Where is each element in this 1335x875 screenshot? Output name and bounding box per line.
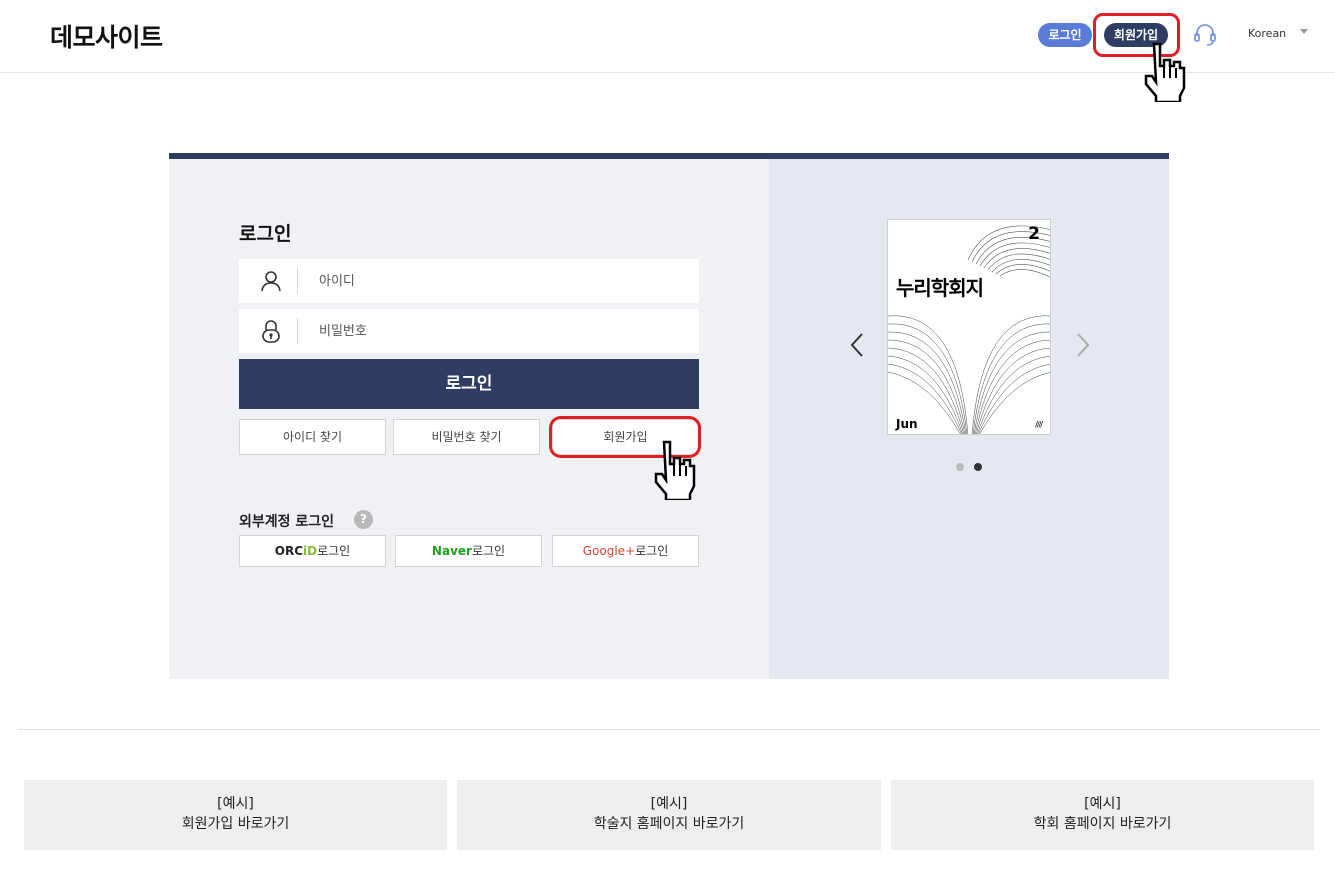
- pointer-cursor-icon: [1144, 42, 1186, 102]
- login-panel: 로그인 로그인 아이디 찾기 비밀번호 찾기 회원가입 외부계정 로그인: [169, 153, 1169, 679]
- naver-brand: Naver: [431, 544, 472, 558]
- shortcut-label: 회원가입 바로가기: [181, 816, 290, 832]
- cover-artwork: [888, 225, 1050, 434]
- google-brand: Google+: [582, 544, 636, 558]
- chevron-down-icon[interactable]: [1300, 29, 1308, 34]
- header-login-button[interactable]: 로그인: [1038, 23, 1092, 47]
- naver-login-label: 로그인: [471, 544, 506, 558]
- chevron-left-icon[interactable]: [849, 331, 865, 359]
- site-logo[interactable]: 데모사이트: [50, 18, 163, 54]
- shortcut-journal[interactable]: [예시] 학술지 홈페이지 바로가기: [457, 780, 881, 850]
- password-field: [239, 309, 699, 353]
- naver-login-button[interactable]: Naver로그인: [395, 535, 542, 567]
- journal-cover[interactable]: 2 누리학회지 Jun ////: [887, 219, 1051, 435]
- help-icon[interactable]: ?: [354, 510, 373, 529]
- google-login-label: 로그인: [635, 544, 669, 558]
- shortcut-label: 학회 홈페이지 바로가기: [1033, 816, 1172, 832]
- shortcut-tag: [예시]: [1084, 796, 1121, 812]
- field-divider: [297, 318, 298, 344]
- id-field: [239, 259, 699, 303]
- journal-carousel: 2 누리학회지 Jun ////: [769, 159, 1169, 679]
- shortcut-society[interactable]: [예시] 학회 홈페이지 바로가기: [891, 780, 1314, 850]
- cover-month: Jun: [896, 417, 918, 431]
- find-id-button[interactable]: 아이디 찾기: [239, 419, 386, 455]
- google-login-button[interactable]: Google+로그인: [552, 535, 699, 567]
- login-title: 로그인: [239, 223, 292, 245]
- orcid-brand-id: iD: [303, 544, 318, 558]
- password-input[interactable]: [319, 309, 689, 353]
- carousel-dot-1[interactable]: [956, 463, 964, 471]
- shortcut-tag: [예시]: [217, 796, 254, 812]
- pointer-cursor-icon: [654, 440, 696, 500]
- cover-title: 누리학회지: [896, 276, 984, 300]
- shortcut-join[interactable]: [예시] 회원가입 바로가기: [24, 780, 447, 850]
- login-form-area: 로그인 로그인 아이디 찾기 비밀번호 찾기 회원가입 외부계정 로그인: [169, 159, 769, 679]
- external-login-title: 외부계정 로그인: [239, 514, 335, 530]
- orcid-brand: ORC: [274, 544, 304, 558]
- headset-icon[interactable]: [1193, 22, 1217, 48]
- shortcut-tag: [예시]: [650, 796, 688, 812]
- orcid-login-label: 로그인: [317, 544, 351, 558]
- cover-issue-number: 2: [1028, 224, 1040, 244]
- user-icon: [261, 271, 281, 292]
- site-header: 데모사이트 로그인 회원가입 Korean: [0, 0, 1335, 73]
- section-divider: [18, 729, 1320, 730]
- shortcut-label: 학술지 홈페이지 바로가기: [593, 816, 745, 832]
- find-password-button[interactable]: 비밀번호 찾기: [393, 419, 540, 455]
- carousel-dot-2[interactable]: [974, 463, 982, 471]
- lock-icon: [262, 320, 280, 343]
- field-divider: [297, 268, 298, 294]
- orcid-login-button[interactable]: ORCiD로그인: [239, 535, 386, 567]
- id-input[interactable]: [319, 259, 689, 303]
- cover-mark: ////: [1035, 420, 1043, 429]
- login-submit-button[interactable]: 로그인: [239, 359, 699, 409]
- language-select[interactable]: Korean: [1248, 27, 1286, 40]
- chevron-right-icon[interactable]: [1075, 331, 1091, 359]
